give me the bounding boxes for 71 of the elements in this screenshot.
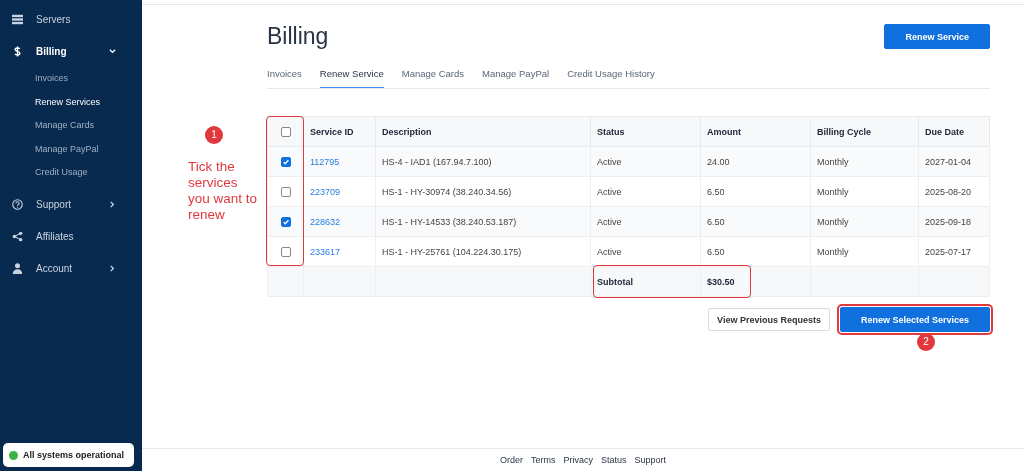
row-checkbox[interactable] bbox=[280, 216, 291, 227]
servers-icon bbox=[12, 13, 23, 25]
column-header: Due Date bbox=[918, 116, 990, 147]
column-header: Service ID bbox=[303, 116, 376, 147]
share-icon bbox=[12, 231, 23, 242]
footer-link[interactable]: Privacy bbox=[563, 455, 593, 465]
tab[interactable]: Renew Service bbox=[319, 64, 384, 88]
table-cell: HS-1 - HY-14533 (38.240.53.187) bbox=[375, 206, 591, 237]
sidebar-subitem[interactable]: Invoices bbox=[0, 67, 142, 91]
table-cell: Monthly bbox=[810, 146, 919, 177]
service-id-link[interactable]: 112795 bbox=[310, 156, 340, 167]
table-cell: 2025-09-18 bbox=[918, 206, 990, 237]
select-all-checkbox[interactable] bbox=[280, 126, 291, 137]
table-cell: Active bbox=[590, 236, 701, 267]
dollar-icon bbox=[12, 45, 23, 57]
user-icon bbox=[12, 263, 23, 274]
status-badge[interactable]: All systems operational bbox=[3, 443, 134, 467]
row-checkbox[interactable] bbox=[280, 186, 291, 197]
renew-selected-button[interactable]: Renew Selected Services bbox=[839, 307, 990, 332]
sidebar-item[interactable]: Billing bbox=[0, 39, 142, 63]
table-cell: 2027-01-04 bbox=[918, 146, 990, 177]
view-requests-button[interactable]: View Previous Requests bbox=[708, 308, 830, 331]
table-cell: 2025-07-17 bbox=[918, 236, 990, 267]
tab[interactable]: Manage PayPal bbox=[482, 64, 550, 88]
step-marker: 1 bbox=[205, 126, 223, 144]
table-cell: 6.50 bbox=[700, 176, 811, 207]
sidebar-subitem[interactable]: Credit Usage bbox=[0, 161, 142, 185]
service-id-link[interactable]: 228632 bbox=[310, 216, 341, 227]
subtotal-value: $30.50 bbox=[700, 266, 811, 297]
table-cell: Active bbox=[590, 146, 701, 177]
column-header: Description bbox=[375, 116, 591, 147]
tab[interactable]: Credit Usage History bbox=[567, 64, 655, 88]
sidebar-item[interactable]: Servers bbox=[0, 7, 142, 31]
table-cell: 6.50 bbox=[700, 236, 811, 267]
column-header: Amount bbox=[700, 116, 811, 147]
table-cell: HS-1 - HY-25761 (104.224.30.175) bbox=[375, 236, 591, 267]
tab[interactable]: Manage Cards bbox=[401, 64, 465, 88]
table-cell: Monthly bbox=[810, 176, 919, 207]
table-cell: 24.00 bbox=[700, 146, 811, 177]
page-title: Billing bbox=[267, 23, 329, 50]
sidebar-subitem[interactable]: Renew Services bbox=[0, 90, 142, 114]
sidebar-subitem[interactable]: Manage PayPal bbox=[0, 137, 142, 161]
footer-link[interactable]: Order bbox=[499, 455, 523, 465]
help-icon bbox=[12, 199, 23, 210]
table-cell: Active bbox=[590, 176, 701, 207]
footer-link[interactable]: Support bbox=[634, 455, 667, 465]
row-checkbox[interactable] bbox=[280, 156, 291, 167]
row-checkbox[interactable] bbox=[280, 246, 291, 257]
status-text: All systems operational bbox=[23, 450, 125, 460]
footer-link[interactable]: Status bbox=[601, 455, 627, 465]
table-cell: HS-4 - IAD1 (167.94.7.100) bbox=[375, 146, 591, 177]
sidebar-item[interactable]: Support bbox=[0, 192, 142, 217]
column-header: Billing Cycle bbox=[810, 116, 919, 147]
column-header: Status bbox=[590, 116, 701, 147]
footer-link[interactable]: Terms bbox=[530, 455, 556, 465]
table-cell: HS-1 - HY-30974 (38.240.34.56) bbox=[375, 176, 591, 207]
annotation-note: Tick the services you want to renew bbox=[188, 159, 258, 223]
tab[interactable]: Invoices bbox=[267, 64, 302, 88]
renew-service-button[interactable]: Renew Service bbox=[884, 24, 990, 49]
subtotal-label: Subtotal bbox=[590, 266, 701, 297]
table-cell: Monthly bbox=[810, 206, 919, 237]
table-cell: Monthly bbox=[810, 236, 919, 267]
sidebar-item[interactable]: Affiliates bbox=[0, 224, 142, 249]
service-id-link[interactable]: 233617 bbox=[310, 246, 341, 257]
step-marker: 2 bbox=[917, 333, 935, 351]
sidebar-item[interactable]: Account bbox=[0, 256, 142, 281]
table-cell: Active bbox=[590, 206, 701, 237]
table-cell: 6.50 bbox=[700, 206, 811, 237]
service-id-link[interactable]: 223709 bbox=[310, 186, 341, 197]
sidebar-subitem[interactable]: Manage Cards bbox=[0, 114, 142, 138]
table-cell: 2025-08-20 bbox=[918, 176, 990, 207]
